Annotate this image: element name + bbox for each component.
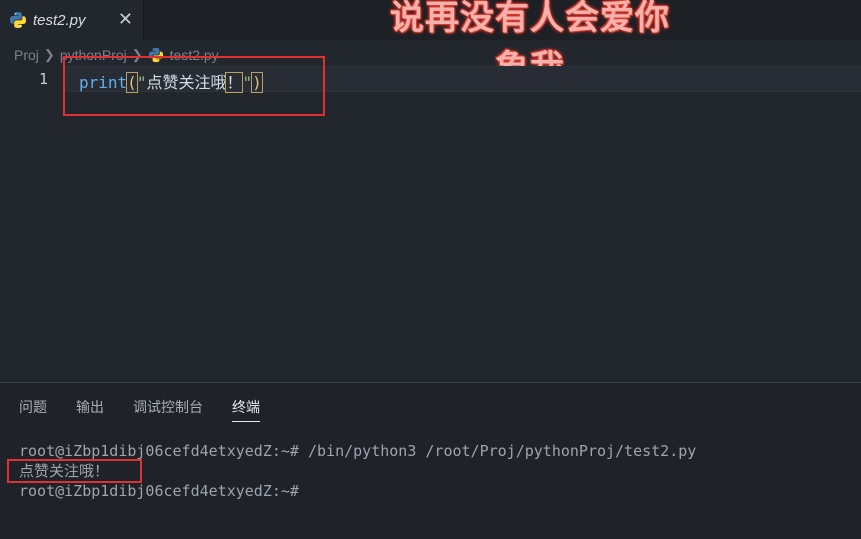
output-highlight-box bbox=[7, 459, 142, 483]
tab-output[interactable]: 输出 bbox=[76, 397, 104, 422]
panel-tabs: 问题 输出 调试控制台 终端 bbox=[19, 397, 289, 422]
python-icon bbox=[10, 12, 26, 28]
tab-debug-console[interactable]: 调试控制台 bbox=[133, 397, 203, 422]
line-number: 1 bbox=[38, 70, 48, 88]
tab-terminal[interactable]: 终端 bbox=[232, 397, 260, 422]
code-highlight-box bbox=[63, 56, 325, 116]
close-icon[interactable]: ✕ bbox=[118, 9, 133, 29]
chevron-right-icon: ❯ bbox=[43, 47, 55, 62]
tab-test2-py[interactable]: test2.py ✕ bbox=[0, 0, 144, 40]
terminal-line-prompt: root@iZbp1dibj06cefd4etxyedZ:~# bbox=[19, 482, 299, 500]
overlay-caption: 说再没有人会爱你 象我 bbox=[300, 0, 760, 88]
vscode-window: test2.py ✕ 说再没有人会爱你 象我 Proj ❯ pythonProj… bbox=[0, 0, 861, 539]
tab-label: test2.py bbox=[33, 11, 86, 29]
breadcrumb-item-proj[interactable]: Proj bbox=[14, 47, 39, 63]
tab-problems[interactable]: 问题 bbox=[19, 397, 47, 422]
terminal-line-command: root@iZbp1dibj06cefd4etxyedZ:~# /bin/pyt… bbox=[19, 442, 697, 460]
